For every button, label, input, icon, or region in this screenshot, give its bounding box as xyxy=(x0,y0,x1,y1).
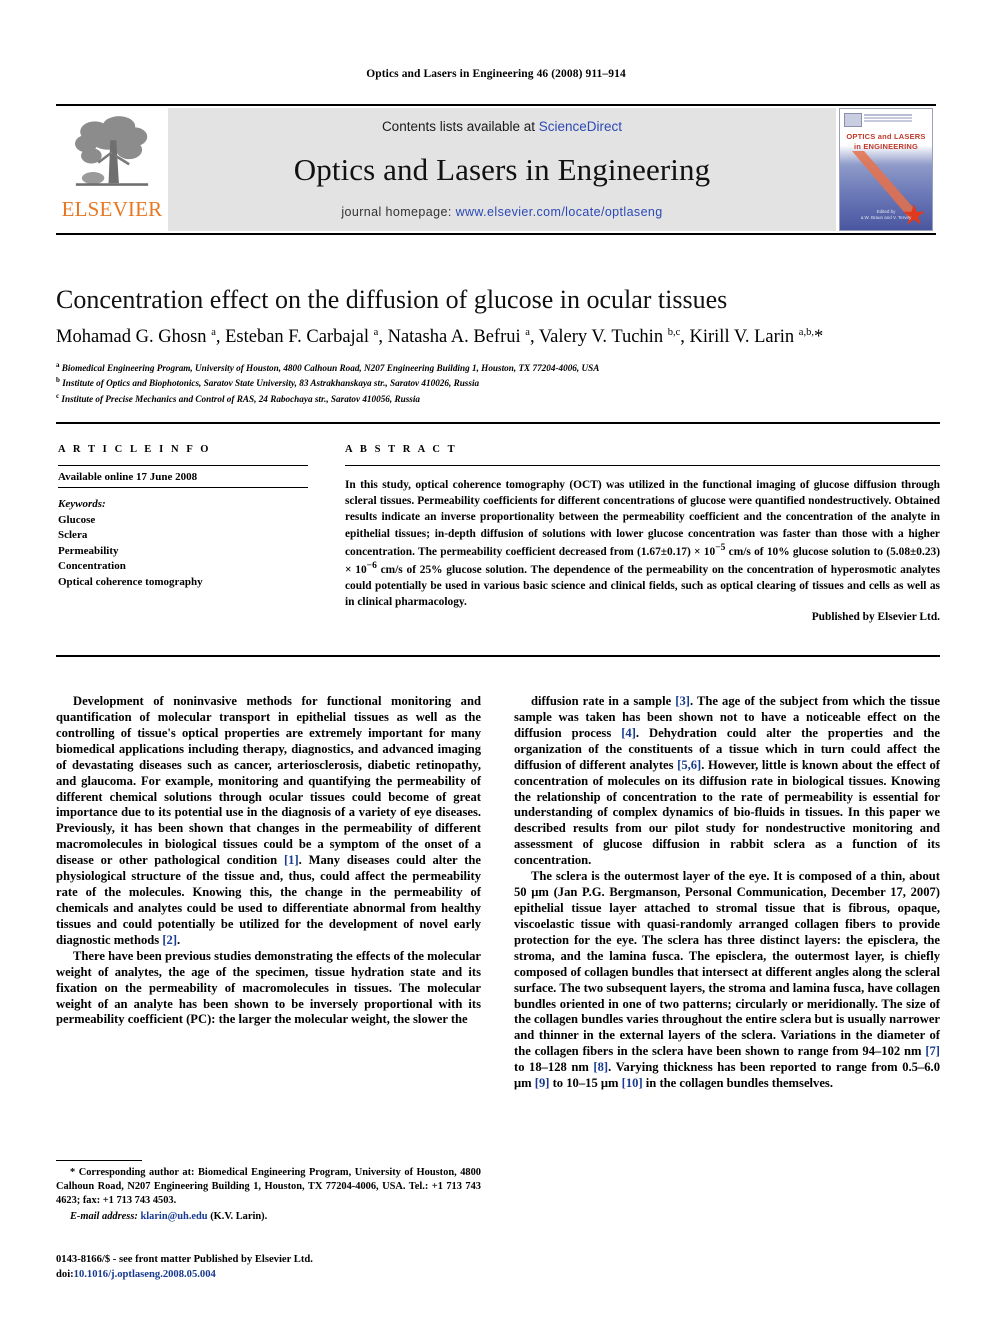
contents-available-line: Contents lists available at ScienceDirec… xyxy=(382,119,622,134)
cover-footer-line-2: a.W. Braun and V. Tervey xyxy=(860,215,912,221)
citation-ref[interactable]: [4] xyxy=(621,726,636,740)
doi-line: doi:10.1016/j.optlaseng.2008.05.004 xyxy=(56,1268,486,1283)
email-label: E-mail address: xyxy=(70,1211,138,1223)
email-note: E-mail address: klarin@uh.edu (K.V. Lari… xyxy=(56,1210,481,1224)
elsevier-tree-icon xyxy=(75,116,149,186)
journal-homepage-line: journal homepage: www.elsevier.com/locat… xyxy=(341,205,662,219)
cover-footer-text: Edited by a.W. Braun and V. Tervey xyxy=(840,209,932,223)
masthead-grey-band: Contents lists available at ScienceDirec… xyxy=(168,108,836,231)
affiliation-mark: a xyxy=(56,361,60,369)
journal-masthead: ELSEVIER Contents lists available at Sci… xyxy=(56,104,936,235)
keyword-item: Sclera xyxy=(58,529,88,542)
keyword-item: Permeability xyxy=(58,544,119,557)
affiliation-item: b Institute of Optics and Biophotonics, … xyxy=(56,375,940,390)
paper-page: Optics and Lasers in Engineering 46 (200… xyxy=(0,0,992,1323)
keywords-label: Keywords: xyxy=(58,498,106,510)
footnote-block: * Corresponding author at: Biomedical En… xyxy=(56,1166,481,1225)
issn-copyright-line: 0143-8166/$ - see front matter Published… xyxy=(56,1254,313,1265)
info-band-top-rule xyxy=(56,422,940,424)
body-paragraph: The sclera is the outermost layer of the… xyxy=(514,869,940,1091)
affiliation-mark: b xyxy=(56,376,60,385)
cover-header-lines xyxy=(864,114,912,116)
abstract-text: In this study, optical coherence tomogra… xyxy=(345,479,941,608)
journal-cover-block: OPTICS and LASERS in ENGINEERING Edited … xyxy=(836,106,936,233)
citation-ref[interactable]: [2] xyxy=(162,933,177,947)
journal-title: Optics and Lasers in Engineering xyxy=(293,151,711,187)
abstract-publisher-line: Published by Elsevier Ltd. xyxy=(811,611,940,624)
available-online-text: Available online 17 June 2008 xyxy=(58,466,308,488)
page-title: Concentration effect on the diffusion of… xyxy=(56,285,728,314)
body-column-right: diffusion rate in a sample [3]. The age … xyxy=(514,694,940,1092)
copyright-block: 0143-8166/$ - see front matter Published… xyxy=(56,1253,486,1282)
elsevier-wordmark: ELSEVIER xyxy=(61,197,163,221)
keyword-item: Glucose xyxy=(58,513,96,526)
affiliation-list: a Biomedical Engineering Program, Univer… xyxy=(56,360,940,406)
citation-ref[interactable]: [9] xyxy=(535,1076,550,1090)
author-list: Mohamad G. Ghosn a, Esteban F. Carbajal … xyxy=(56,325,946,349)
sciencedirect-link[interactable]: ScienceDirect xyxy=(539,119,622,134)
citation-ref[interactable]: [1] xyxy=(284,853,299,867)
affiliation-item: c Institute of Precise Mechanics and Con… xyxy=(56,391,940,406)
homepage-prefix: journal homepage: xyxy=(341,205,456,219)
abstract-divider xyxy=(345,465,940,466)
doi-link[interactable]: 10.1016/j.optlaseng.2008.05.004 xyxy=(74,1269,216,1280)
footnote-rule xyxy=(56,1160,142,1161)
citation-ref[interactable]: [8] xyxy=(593,1060,608,1074)
running-head: Optics and Lasers in Engineering 46 (200… xyxy=(366,68,626,80)
affiliation-text: Institute of Precise Mechanics and Contr… xyxy=(61,393,421,404)
abstract-column: A B S T R A C T In this study, optical c… xyxy=(345,444,940,623)
citation-ref[interactable]: [5,6] xyxy=(677,758,701,772)
journal-cover-thumbnail: OPTICS and LASERS in ENGINEERING Edited … xyxy=(839,108,933,231)
affiliation-text: Biomedical Engineering Program, Universi… xyxy=(61,363,600,374)
cover-publisher-logo-icon xyxy=(844,113,862,127)
affiliation-mark: c xyxy=(56,391,60,400)
article-info-heading: A R T I C L E I N F O xyxy=(58,444,212,455)
article-info-column: A R T I C L E I N F O Available online 1… xyxy=(58,444,308,591)
citation-ref[interactable]: [7] xyxy=(925,1044,940,1058)
email-link[interactable]: klarin@uh.edu xyxy=(140,1211,207,1222)
citation-ref[interactable]: [10] xyxy=(622,1076,643,1090)
abstract-heading: A B S T R A C T xyxy=(345,444,458,455)
keywords-block: Keywords: Glucose Sclera Permeability Co… xyxy=(58,497,308,591)
info-band-bottom-rule xyxy=(56,655,940,657)
body-paragraph: Development of noninvasive methods for f… xyxy=(56,694,481,947)
email-owner: (K.V. Larin). xyxy=(210,1211,268,1223)
keyword-item: Concentration xyxy=(58,560,126,573)
cover-footer-line-1: Edited by xyxy=(876,208,896,214)
elsevier-logo-block: ELSEVIER xyxy=(56,106,168,233)
authors-text: Mohamad G. Ghosn a, Esteban F. Carbajal … xyxy=(56,326,824,347)
affiliation-text: Institute of Optics and Biophotonics, Sa… xyxy=(62,378,480,389)
homepage-url-link[interactable]: www.elsevier.com/locate/optlaseng xyxy=(456,205,663,219)
body-paragraph: diffusion rate in a sample [3]. The age … xyxy=(514,694,940,868)
cover-title-line-2: in ENGINEERING xyxy=(853,142,919,151)
keyword-item: Optical coherence tomography xyxy=(58,576,203,589)
body-paragraph: There have been previous studies demonst… xyxy=(56,948,481,1027)
doi-label: doi: xyxy=(56,1268,74,1280)
contents-prefix: Contents lists available at xyxy=(381,119,539,134)
cover-title-line-1: OPTICS and LASERS xyxy=(846,132,926,141)
citation-ref[interactable]: [3] xyxy=(675,694,690,708)
body-column-left: Development of noninvasive methods for f… xyxy=(56,694,481,1028)
corresponding-author-note: * Corresponding author at: Biomedical En… xyxy=(56,1167,481,1207)
affiliation-item: a Biomedical Engineering Program, Univer… xyxy=(56,360,940,375)
